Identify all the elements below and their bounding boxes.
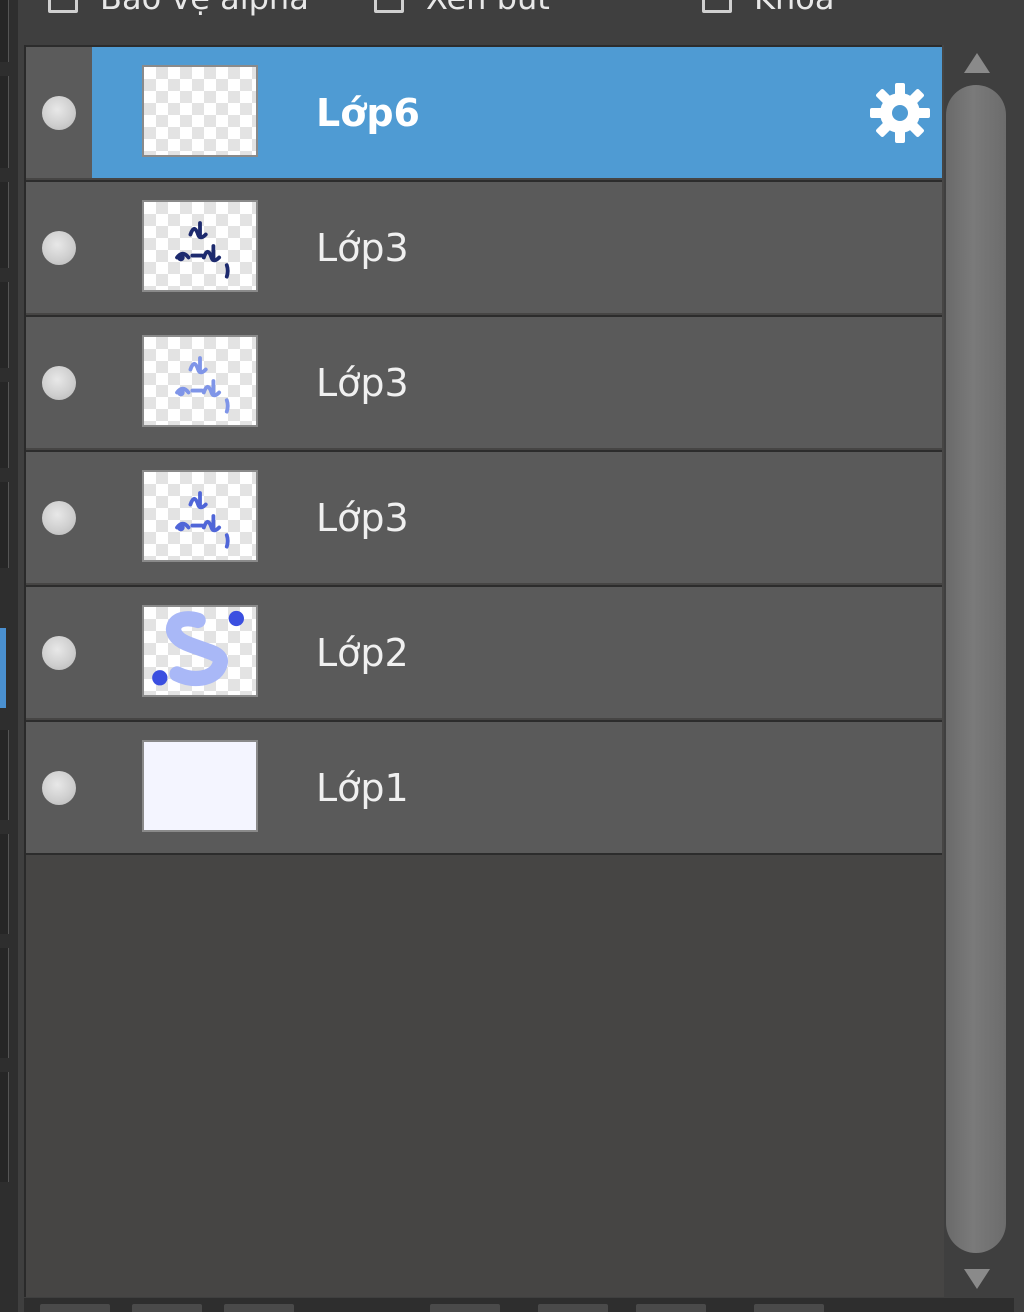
dock-segment (0, 948, 9, 1058)
clip-label: Xén bút (426, 0, 550, 17)
dock-segment (0, 834, 9, 934)
triangle-up-icon[interactable] (964, 53, 990, 73)
layer-name: Lớp3 (316, 225, 409, 270)
visibility-dot-icon[interactable] (42, 230, 76, 265)
dock-segment (0, 382, 9, 468)
left-dock-strip (0, 0, 18, 1312)
toolbar-button-edge[interactable] (754, 1304, 824, 1312)
dock-active-indicator (0, 628, 6, 708)
list-end-divider (26, 853, 942, 855)
triangle-down-icon[interactable] (964, 1269, 990, 1289)
alpha-protect-label: Bảo vệ alpha (100, 0, 309, 17)
layer-name: Lớp2 (316, 630, 409, 675)
layer-row[interactable]: Lớp3 (26, 315, 942, 448)
dock-segment (0, 182, 9, 268)
layer-row[interactable]: Lớp1 (26, 720, 942, 853)
dock-segment (0, 0, 9, 62)
toolbar-button-edge[interactable] (636, 1304, 706, 1312)
bottom-toolbar-edge (24, 1298, 1014, 1312)
clip-checkbox[interactable] (374, 0, 404, 13)
handwriting-preview (175, 356, 230, 414)
dock-segment (0, 482, 9, 568)
option-alpha-protect[interactable]: Bảo vệ alpha (48, 0, 309, 18)
layer-thumbnail (142, 335, 258, 427)
alpha-protect-checkbox[interactable] (48, 0, 78, 13)
layer-row[interactable]: Lớp3 (26, 450, 942, 583)
dock-segment (0, 1072, 9, 1182)
layer-thumbnail (142, 65, 258, 157)
option-lock[interactable]: Khóa (702, 0, 834, 18)
visibility-dot-icon[interactable] (42, 95, 76, 130)
lock-label: Khóa (754, 0, 834, 17)
scrollbar-thumb[interactable] (946, 85, 1006, 1253)
layer-name: Lớp3 (316, 360, 409, 405)
toolbar-button-edge[interactable] (132, 1304, 202, 1312)
layer-name: Lớp1 (316, 765, 409, 810)
layer-thumbnail (142, 470, 258, 562)
layer-name: Lớp3 (316, 495, 409, 540)
visibility-dot-icon[interactable] (42, 365, 76, 400)
lock-checkbox[interactable] (702, 0, 732, 13)
visibility-dot-icon[interactable] (42, 500, 76, 535)
handwriting-preview (175, 491, 230, 549)
layer-list-scrollbar[interactable] (946, 45, 1008, 1297)
dock-segment (0, 730, 9, 820)
toolbar-button-edge[interactable] (40, 1304, 110, 1312)
squiggle-preview (152, 610, 244, 687)
layer-row[interactable]: Lớp6 (26, 45, 942, 178)
layer-options-bar: Bảo vệ alpha Xén bút Khóa (18, 0, 1024, 18)
toolbar-button-edge[interactable] (430, 1304, 500, 1312)
layer-thumbnail (142, 605, 258, 697)
layer-row[interactable]: Lớp2 (26, 585, 942, 718)
toolbar-button-edge[interactable] (538, 1304, 608, 1312)
layer-thumbnail (142, 200, 258, 292)
gear-icon[interactable] (868, 81, 932, 145)
dock-segment (0, 282, 9, 368)
option-clip[interactable]: Xén bút (374, 0, 550, 18)
toolbar-button-edge[interactable] (224, 1304, 294, 1312)
visibility-dot-icon[interactable] (42, 635, 76, 670)
layer-name: Lớp6 (316, 90, 420, 135)
layer-row[interactable]: Lớp3 (26, 180, 942, 313)
layer-thumbnail (142, 740, 258, 832)
layer-list[interactable]: Lớp6 Lớp3 Lớp3 Lớp3 Lớp2 Lớp1 (24, 45, 944, 1297)
handwriting-preview (175, 221, 230, 279)
dock-segment (0, 76, 9, 168)
visibility-dot-icon[interactable] (42, 770, 76, 805)
